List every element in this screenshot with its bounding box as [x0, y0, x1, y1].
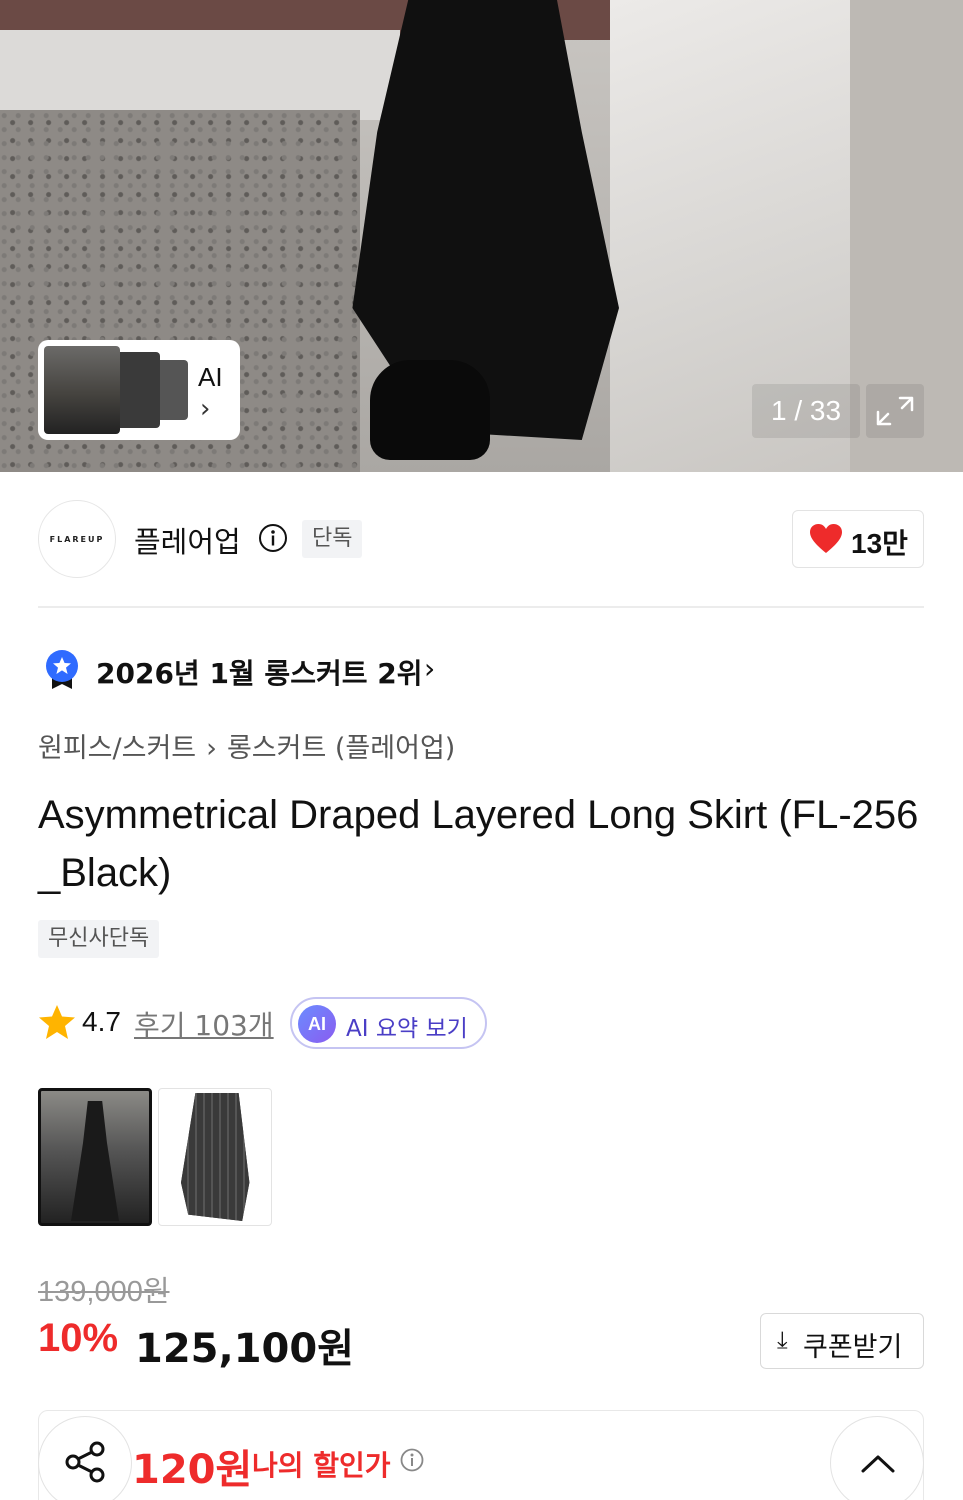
- breadcrumb: 원피스/스커트 › 롱스커트 (플레어업): [38, 726, 455, 765]
- rating-score: 4.7: [82, 1006, 121, 1037]
- original-price: 139,000원: [38, 1276, 170, 1308]
- breadcrumb-category[interactable]: 원피스/스커트: [38, 733, 196, 764]
- ai-badge-icon: AI: [298, 1005, 336, 1043]
- brand-name[interactable]: 플레어업: [134, 519, 241, 561]
- reviews-link[interactable]: 후기 103개: [134, 1004, 274, 1044]
- chevron-right-icon: ›: [200, 394, 211, 424]
- ai-styling-thumbnails: [44, 346, 188, 434]
- sale-price: 125,100원: [135, 1326, 354, 1372]
- ai-label: AI: [198, 362, 223, 392]
- image-counter: 1 / 33: [752, 384, 860, 438]
- my-discount-price: 120원: [132, 1447, 253, 1493]
- info-icon[interactable]: [258, 523, 288, 553]
- like-count: 13만: [851, 528, 908, 559]
- scroll-top-button[interactable]: [830, 1416, 924, 1500]
- like-button[interactable]: 13만: [792, 510, 924, 568]
- ranking-text[interactable]: 2026년 1월 롱스커트 2위: [96, 652, 422, 692]
- heart-icon: [810, 524, 842, 553]
- divider: [38, 606, 924, 608]
- ai-thumbnail: [44, 346, 120, 434]
- coupon-label: 쿠폰받기: [803, 1332, 903, 1363]
- discount-rate: 10%: [38, 1316, 119, 1360]
- variant-photo: [71, 1101, 119, 1221]
- coupon-download-button[interactable]: ⤓ 쿠폰받기: [760, 1313, 924, 1369]
- variant-thumbnail[interactable]: [158, 1088, 272, 1226]
- product-title: Asymmetrical Draped Layered Long Skirt (…: [38, 793, 919, 895]
- breadcrumb-subcategory[interactable]: 롱스커트 (플레어업): [227, 733, 455, 764]
- chevron-right-icon[interactable]: ›: [424, 652, 435, 685]
- expand-button[interactable]: [866, 384, 924, 438]
- share-icon: [65, 1441, 105, 1483]
- exclusive-badge: 단독: [302, 520, 363, 558]
- ai-summary-button[interactable]: AI AI 요약 보기: [290, 997, 487, 1049]
- variant-photo: [181, 1093, 250, 1221]
- info-icon[interactable]: [400, 1448, 424, 1472]
- product-image-carousel[interactable]: AI › 1 / 33: [0, 0, 963, 472]
- ai-summary-label: AI 요약 보기: [346, 1016, 468, 1042]
- ai-thumbnail: [116, 352, 160, 428]
- share-button[interactable]: [38, 1416, 132, 1500]
- ai-styling-card[interactable]: AI ›: [38, 340, 240, 440]
- exclusive-tag: 무신사단독: [38, 920, 160, 958]
- expand-icon: [876, 396, 914, 426]
- breadcrumb-separator: ›: [206, 733, 217, 764]
- download-icon: ⤓: [777, 1326, 788, 1354]
- product-photo-boot: [370, 360, 490, 460]
- chevron-up-icon: [861, 1455, 895, 1473]
- variant-thumbnail-selected[interactable]: [38, 1088, 152, 1226]
- my-discount-label: 나의 할인가: [252, 1449, 391, 1482]
- brand-logo[interactable]: FLAREUP: [38, 500, 116, 578]
- ranking-badge-icon: [46, 650, 78, 689]
- star-icon: [39, 1005, 75, 1039]
- hero-bg: [0, 30, 400, 120]
